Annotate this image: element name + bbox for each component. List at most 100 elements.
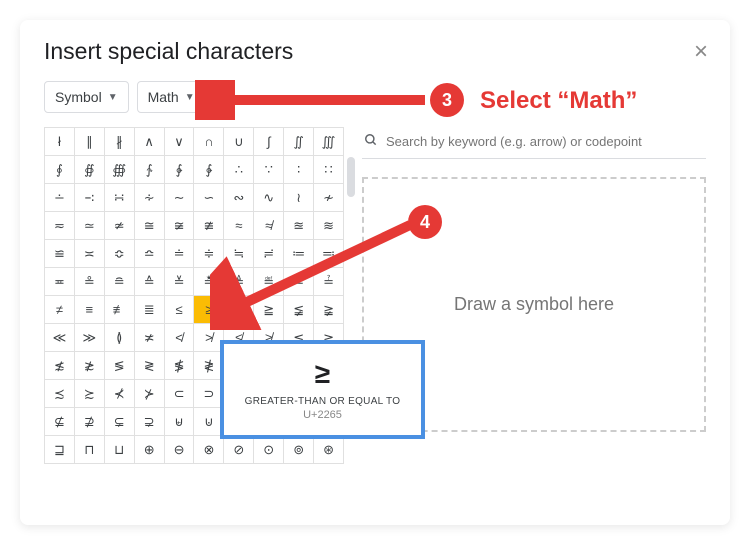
character-cell[interactable]: ≕ — [314, 240, 344, 268]
character-cell[interactable]: ⊂ — [165, 380, 195, 408]
character-cell[interactable]: ⊒ — [45, 436, 75, 464]
character-cell[interactable]: ≔ — [284, 240, 314, 268]
character-cell[interactable]: ∾ — [224, 184, 254, 212]
character-cell[interactable]: ≇ — [194, 212, 224, 240]
character-cell[interactable]: ≢ — [105, 296, 135, 324]
character-cell[interactable]: ≀ — [284, 184, 314, 212]
character-cell[interactable]: ⊌ — [165, 408, 195, 436]
character-cell[interactable]: ≄ — [105, 212, 135, 240]
character-cell[interactable]: ∫ — [254, 128, 284, 156]
character-cell[interactable]: ≍ — [75, 240, 105, 268]
character-cell[interactable]: ≷ — [135, 352, 165, 380]
character-cell[interactable]: ∧ — [135, 128, 165, 156]
character-cell[interactable]: ⊁ — [135, 380, 165, 408]
character-cell[interactable]: ∨ — [165, 128, 195, 156]
character-cell[interactable]: ⊓ — [75, 436, 105, 464]
character-cell[interactable]: ≞ — [284, 268, 314, 296]
search-input[interactable] — [386, 134, 704, 149]
character-cell[interactable]: ≴ — [45, 352, 75, 380]
character-cell[interactable]: ⊔ — [105, 436, 135, 464]
character-cell[interactable]: ≋ — [314, 212, 344, 240]
character-cell[interactable]: ∹ — [75, 184, 105, 212]
character-cell[interactable]: ≫ — [75, 324, 105, 352]
character-cell[interactable]: ≅ — [135, 212, 165, 240]
character-cell[interactable]: ∯ — [75, 156, 105, 184]
character-cell[interactable]: ∻ — [135, 184, 165, 212]
character-cell[interactable]: ⊉ — [75, 408, 105, 436]
character-cell[interactable]: ⊋ — [135, 408, 165, 436]
character-cell[interactable]: ∺ — [105, 184, 135, 212]
character-cell[interactable]: ∥ — [75, 128, 105, 156]
character-cell[interactable]: ⊖ — [165, 436, 195, 464]
character-cell[interactable]: ≨ — [284, 296, 314, 324]
character-cell[interactable]: ∵ — [254, 156, 284, 184]
character-cell[interactable]: ≩ — [314, 296, 344, 324]
character-cell[interactable]: ≒ — [224, 240, 254, 268]
character-cell[interactable]: ≝ — [254, 268, 284, 296]
character-cell[interactable]: ⊊ — [105, 408, 135, 436]
character-cell[interactable]: ≟ — [314, 268, 344, 296]
character-cell[interactable]: ⊀ — [105, 380, 135, 408]
character-cell[interactable]: ≜ — [224, 268, 254, 296]
character-cell[interactable]: ≭ — [135, 324, 165, 352]
character-cell[interactable]: ≬ — [105, 324, 135, 352]
category-dropdown[interactable]: Symbol ▼ — [44, 81, 129, 113]
character-cell[interactable]: ∰ — [105, 156, 135, 184]
character-cell[interactable]: ≂ — [45, 212, 75, 240]
character-cell[interactable]: ≸ — [165, 352, 195, 380]
character-cell[interactable]: ∦ — [105, 128, 135, 156]
character-cell[interactable]: ≖ — [45, 268, 75, 296]
close-button[interactable]: × — [694, 40, 708, 64]
character-cell[interactable]: ∸ — [45, 184, 75, 212]
character-cell[interactable]: ≠ — [45, 296, 75, 324]
character-cell[interactable]: ∭ — [314, 128, 344, 156]
character-cell[interactable]: ≆ — [165, 212, 195, 240]
subcategory-dropdown[interactable]: Math ▼ — [137, 81, 206, 113]
character-cell[interactable]: ≗ — [75, 268, 105, 296]
character-cell[interactable]: ∴ — [224, 156, 254, 184]
character-cell[interactable]: ≿ — [75, 380, 105, 408]
character-cell[interactable]: ∮ — [45, 156, 75, 184]
character-cell[interactable]: ≧ — [254, 296, 284, 324]
character-cell[interactable]: ∬ — [284, 128, 314, 156]
character-cell[interactable]: ⊗ — [194, 436, 224, 464]
character-cell[interactable]: ⊘ — [224, 436, 254, 464]
character-cell[interactable]: ≡ — [75, 296, 105, 324]
character-cell[interactable]: ∽ — [194, 184, 224, 212]
character-cell[interactable]: ≃ — [75, 212, 105, 240]
character-cell[interactable]: ≥ — [194, 296, 224, 324]
character-cell[interactable]: ∪ — [224, 128, 254, 156]
character-cell[interactable]: ∲ — [165, 156, 195, 184]
character-cell[interactable]: ∼ — [165, 184, 195, 212]
character-cell[interactable]: ≵ — [75, 352, 105, 380]
character-cell[interactable]: ≁ — [314, 184, 344, 212]
character-cell[interactable]: ≪ — [45, 324, 75, 352]
character-cell[interactable]: ≶ — [105, 352, 135, 380]
character-cell[interactable]: ≌ — [45, 240, 75, 268]
character-cell[interactable]: ∱ — [135, 156, 165, 184]
character-cell[interactable]: ∶ — [284, 156, 314, 184]
character-cell[interactable]: ≾ — [45, 380, 75, 408]
character-cell[interactable]: ≈ — [224, 212, 254, 240]
character-cell[interactable]: ≦ — [224, 296, 254, 324]
character-cell[interactable]: ⊕ — [135, 436, 165, 464]
character-cell[interactable]: ≘ — [105, 268, 135, 296]
character-cell[interactable]: ≤ — [165, 296, 195, 324]
character-cell[interactable]: ⊙ — [254, 436, 284, 464]
character-cell[interactable]: ∿ — [254, 184, 284, 212]
character-cell[interactable]: ∷ — [314, 156, 344, 184]
character-cell[interactable]: ≊ — [284, 212, 314, 240]
character-cell[interactable]: ≛ — [194, 268, 224, 296]
character-cell[interactable]: ≣ — [135, 296, 165, 324]
character-cell[interactable]: ≎ — [105, 240, 135, 268]
character-cell[interactable]: ≮ — [165, 324, 195, 352]
character-cell[interactable]: ⊈ — [45, 408, 75, 436]
character-cell[interactable]: ≙ — [135, 268, 165, 296]
character-cell[interactable]: ⊚ — [284, 436, 314, 464]
character-cell[interactable]: ł — [45, 128, 75, 156]
character-cell[interactable]: ≏ — [135, 240, 165, 268]
grid-scrollbar-thumb[interactable] — [347, 157, 355, 197]
character-cell[interactable]: ≐ — [165, 240, 195, 268]
character-cell[interactable]: ≉ — [254, 212, 284, 240]
character-cell[interactable]: ≓ — [254, 240, 284, 268]
